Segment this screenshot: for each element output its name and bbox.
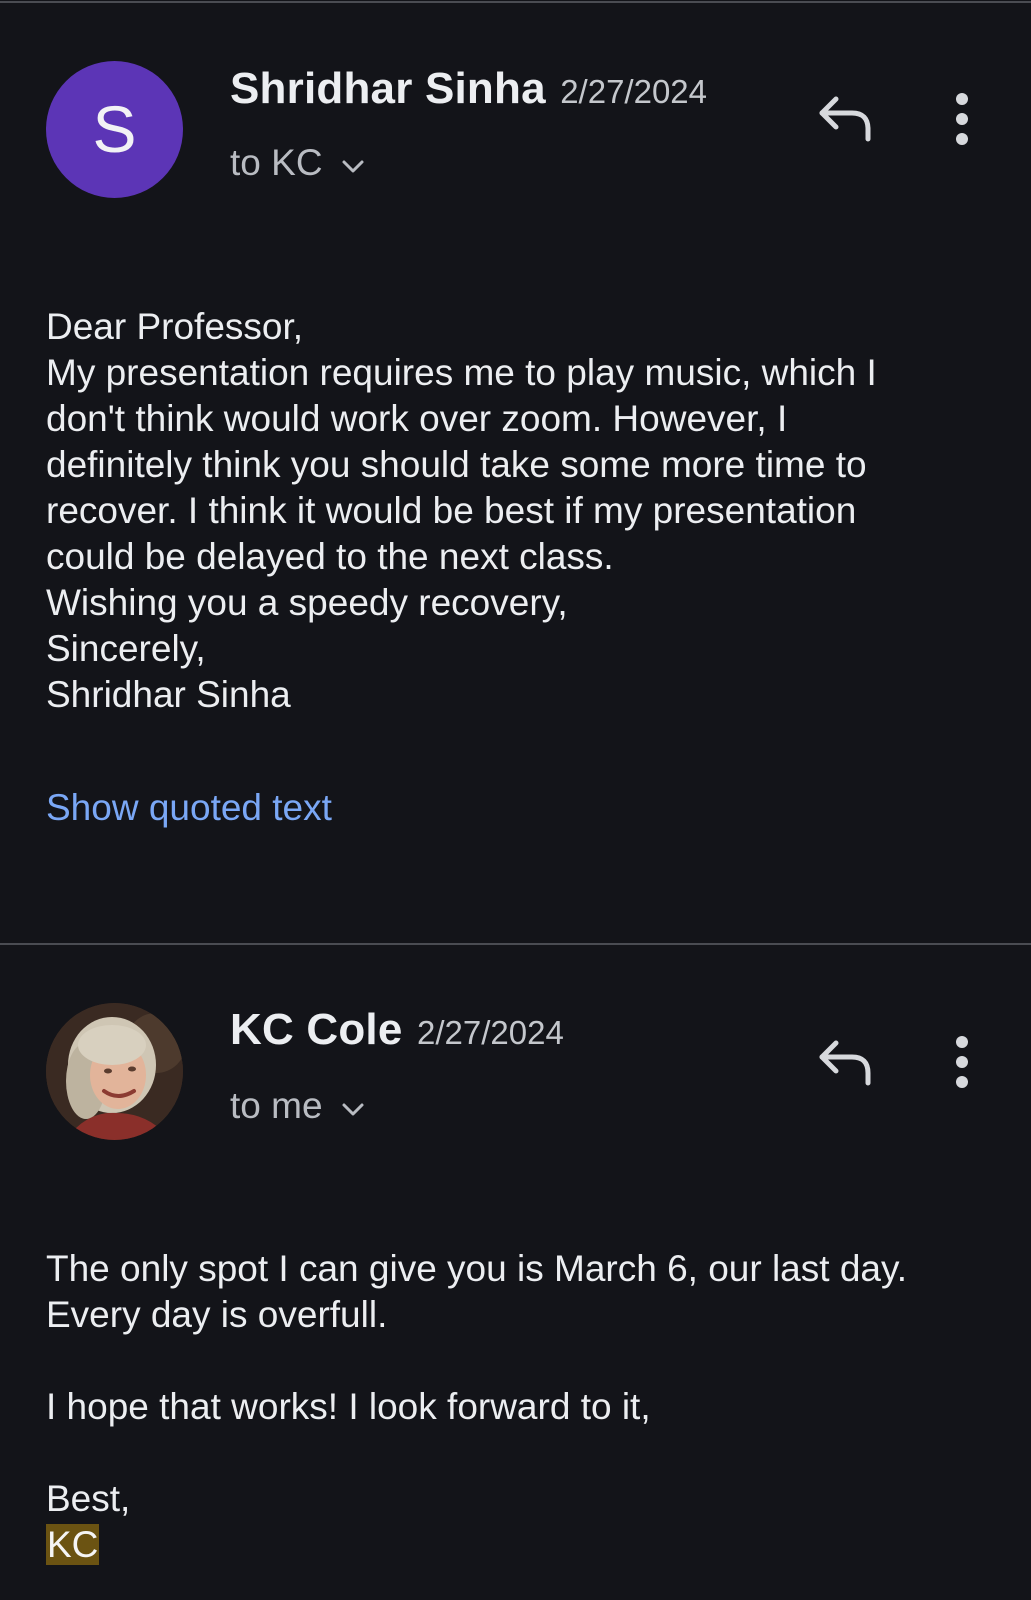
avatar[interactable]: S [46,61,183,198]
avatar[interactable] [46,1003,183,1140]
sender-header: KC Cole 2/27/2024 [230,1005,564,1055]
body-line: I hope that works! I look forward to it, [46,1386,651,1427]
show-quoted-text-link[interactable]: Show quoted text [46,787,332,829]
body-line: Best, [46,1478,131,1519]
body-blank-line [46,1430,1006,1476]
body-line: recover. I think it would be best if my … [46,490,857,531]
message-shridhar-sinha: S Shridhar Sinha 2/27/2024 to KC Dear Pr… [0,0,1031,942]
avatar-letter: S [92,92,137,166]
recipient-details-toggle[interactable]: to KC [230,142,365,184]
profile-photo [46,1003,183,1140]
body-line: Sincerely, [46,628,206,669]
reply-button[interactable] [818,93,874,143]
body-line: definitely think you should take some mo… [46,444,867,485]
body-line: Shridhar Sinha [46,674,291,715]
body-line: Wishing you a speedy recovery, [46,582,568,623]
sender-header: Shridhar Sinha 2/27/2024 [230,64,707,114]
signature-line: KC [46,1522,1006,1568]
body-line: The only spot I can give you is March 6,… [46,1248,908,1289]
sender-name[interactable]: KC Cole [230,1005,403,1054]
chevron-down-icon[interactable] [341,1085,365,1127]
reply-icon [819,1040,871,1086]
sender-name[interactable]: Shridhar Sinha [230,64,546,113]
more-vert-icon [956,93,968,145]
message-body: The only spot I can give you is March 6,… [46,1246,1006,1568]
body-line: could be delayed to the next class. [46,536,614,577]
recipient-label: to me [230,1085,323,1126]
body-blank-line [46,1338,1006,1384]
recipient-details-toggle[interactable]: to me [230,1085,365,1127]
reply-button[interactable] [818,1037,874,1087]
body-line: Dear Professor, [46,306,304,347]
message-body: Dear Professor, My presentation requires… [46,304,1006,718]
body-line: My presentation requires me to play musi… [46,352,877,393]
message-date: 2/27/2024 [560,73,708,110]
body-line: don't think would work over zoom. Howeve… [46,398,788,439]
signature-highlight: KC [46,1524,100,1565]
reply-icon [819,96,871,142]
more-options-button[interactable] [950,1035,974,1089]
message-kc-cole: KC Cole 2/27/2024 to me The only spot I … [0,945,1031,1600]
more-vert-icon [956,1036,968,1088]
chevron-down-icon[interactable] [341,142,365,184]
message-date: 2/27/2024 [416,1014,564,1051]
recipient-label: to KC [230,142,323,183]
more-options-button[interactable] [950,92,974,146]
body-line: Every day is overfull. [46,1294,388,1335]
